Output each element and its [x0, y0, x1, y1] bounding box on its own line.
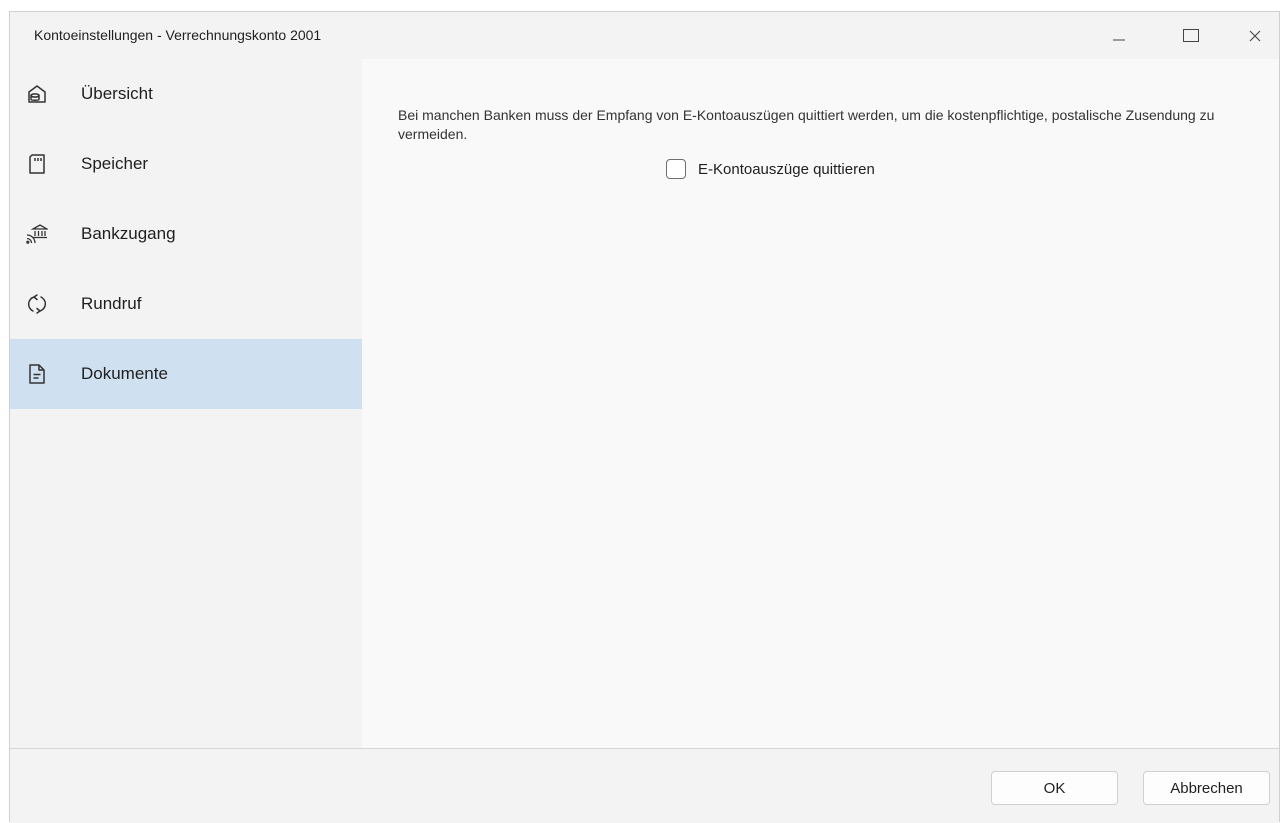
sidebar-item-speicher[interactable]: Speicher [10, 129, 362, 199]
minimize-icon [1113, 39, 1125, 40]
cancel-button[interactable]: Abbrechen [1143, 771, 1270, 805]
sidebar-item-uebersicht[interactable]: Übersicht [10, 59, 362, 129]
main-content: Bei manchen Banken muss der Empfang von … [362, 59, 1279, 748]
settings-dialog: Kontoeinstellungen - Verrechnungskonto 2… [9, 11, 1280, 823]
confirm-statements-checkbox-row[interactable]: E-Kontoauszüge quittieren [666, 159, 875, 179]
overview-icon [26, 83, 48, 105]
memory-card-icon [26, 153, 48, 175]
maximize-icon [1183, 28, 1199, 42]
document-icon [26, 363, 48, 385]
sidebar-item-label: Speicher [81, 154, 149, 173]
refresh-icon [26, 293, 48, 315]
maximize-button[interactable] [1168, 12, 1214, 59]
sidebar-item-label: Dokumente [81, 364, 168, 383]
sidebar-item-label: Rundruf [81, 294, 142, 313]
bank-icon [26, 223, 48, 245]
sidebar-item-rundruf[interactable]: Rundruf [10, 269, 362, 339]
sidebar-item-bankzugang[interactable]: Bankzugang [10, 199, 362, 269]
close-button[interactable] [1232, 12, 1278, 59]
ok-button[interactable]: OK [991, 771, 1118, 805]
sidebar-item-label: Bankzugang [81, 224, 176, 243]
title-bar: Kontoeinstellungen - Verrechnungskonto 2… [10, 12, 1279, 59]
sidebar-item-dokumente[interactable]: Dokumente [10, 339, 362, 409]
checkbox-label: E-Kontoauszüge quittieren [698, 160, 875, 178]
dialog-footer: OK Abbrechen [10, 748, 1279, 823]
sidebar: Übersicht Speicher Bankzugang Rundruf Do… [10, 59, 362, 748]
close-icon [1249, 30, 1261, 41]
confirm-statements-checkbox[interactable] [666, 159, 686, 179]
sidebar-item-label: Übersicht [81, 84, 153, 103]
window-title: Kontoeinstellungen - Verrechnungskonto 2… [34, 27, 322, 43]
minimize-button[interactable] [1096, 12, 1142, 59]
description-text: Bei manchen Banken muss der Empfang von … [398, 107, 1215, 142]
